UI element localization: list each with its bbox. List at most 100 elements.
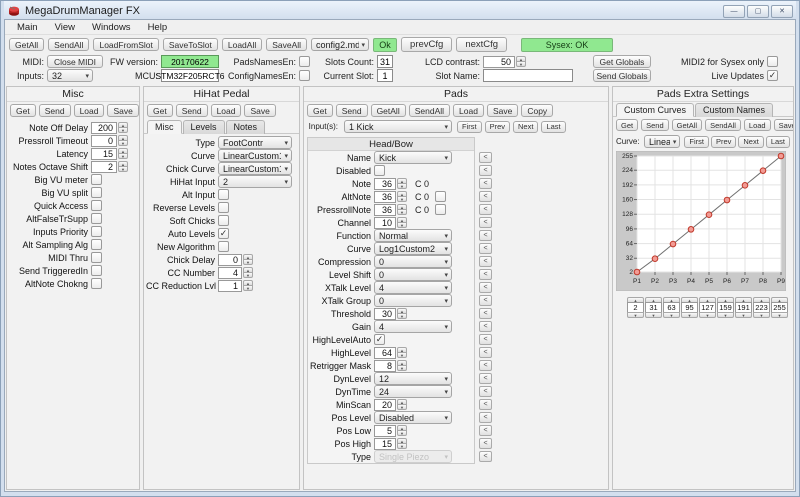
hihat-get-button[interactable]: Get	[147, 104, 173, 117]
pads-save-button[interactable]: Save	[487, 104, 518, 117]
pos-level-dropdown[interactable]: Disabled▾	[374, 411, 452, 424]
channel-arrow-button[interactable]: <	[479, 217, 492, 228]
hihat-tab-notes[interactable]: Notes	[226, 120, 266, 134]
pos-high-spinner[interactable]: 15▲▼	[374, 438, 407, 450]
misc-save-button[interactable]: Save	[107, 104, 138, 117]
function-arrow-button[interactable]: <	[479, 230, 492, 241]
curve-point-6-spinner[interactable]: ▲159▼	[717, 297, 734, 318]
type-dropdown[interactable]: Single Piezo▾	[374, 450, 452, 463]
spin-down-icon[interactable]: ▼	[397, 183, 407, 189]
minimize-button[interactable]: —	[723, 5, 745, 18]
compression-arrow-button[interactable]: <	[479, 256, 492, 267]
hihat-save-button[interactable]: Save	[244, 104, 275, 117]
pads-sendall-button[interactable]: SendAll	[409, 104, 450, 117]
menu-help[interactable]: Help	[140, 21, 176, 34]
latency-spinner[interactable]: 15▲▼	[91, 148, 128, 160]
menu-main[interactable]: Main	[9, 21, 46, 34]
pads-nav-first-button[interactable]: First	[457, 121, 482, 133]
curve-point-6[interactable]	[724, 197, 730, 203]
curve-point-5-spinner[interactable]: ▲127▼	[699, 297, 716, 318]
custom-curve-chart[interactable]: 2326496128160192224255P1P2P3P4P5P6P7P8P9	[616, 151, 786, 291]
auto-levels-checkbox[interactable]: ✓	[218, 228, 229, 239]
altnote-chokng-checkbox[interactable]	[91, 278, 102, 289]
xtalk-group-arrow-button[interactable]: <	[479, 295, 492, 306]
send-triggeredin-checkbox[interactable]	[91, 265, 102, 276]
curve-point-4-spinner[interactable]: ▲95▼	[681, 297, 698, 318]
lcd-contrast-spinner[interactable]: 50 ▲▼	[483, 56, 526, 68]
pad-input-dropdown[interactable]: 1 Kick ▾	[344, 120, 452, 133]
decrement-icon[interactable]: ▼	[645, 312, 662, 318]
toolbar-getall-button[interactable]: GetAll	[9, 38, 44, 51]
misc-send-button[interactable]: Send	[39, 104, 71, 117]
curve-point-9-spinner[interactable]: ▲255▼	[771, 297, 788, 318]
decrement-icon[interactable]: ▼	[717, 312, 734, 318]
extra-save-button[interactable]: Save	[774, 119, 794, 131]
curve-point-8[interactable]	[760, 168, 766, 174]
extra-load-button[interactable]: Load	[744, 119, 771, 131]
dyntime-arrow-button[interactable]: <	[479, 386, 492, 397]
decrement-icon[interactable]: ▼	[681, 312, 698, 318]
altfalsetrsupp-checkbox[interactable]	[91, 213, 102, 224]
config-names-en-checkbox[interactable]	[299, 70, 310, 81]
pos-level-arrow-button[interactable]: <	[479, 412, 492, 423]
highlevelauto-checkbox[interactable]: ✓	[374, 334, 385, 345]
altnote-spinner[interactable]: 36▲▼	[374, 191, 407, 203]
hihat-tab-misc[interactable]: Misc	[147, 120, 182, 134]
pads-names-en-checkbox[interactable]	[299, 56, 310, 67]
alt-sampling-alg-checkbox[interactable]	[91, 239, 102, 250]
spin-down-icon[interactable]: ▼	[118, 166, 128, 172]
gain-arrow-button[interactable]: <	[479, 321, 492, 332]
altnote-arrow-button[interactable]: <	[479, 191, 492, 202]
dynlevel-dropdown[interactable]: 12▾	[374, 372, 452, 385]
decrement-icon[interactable]: ▼	[699, 312, 716, 318]
cc-reduction-lvl-spinner[interactable]: 1▲▼	[218, 280, 253, 292]
extra-tab-custom-names[interactable]: Custom Names	[695, 103, 773, 117]
close-button[interactable]: ✕	[771, 5, 793, 18]
altnote-alt-checkbox[interactable]	[435, 191, 446, 202]
curve-point-8-spinner[interactable]: ▲223▼	[753, 297, 770, 318]
pos-low-arrow-button[interactable]: <	[479, 425, 492, 436]
dynlevel-arrow-button[interactable]: <	[479, 373, 492, 384]
pressrollnote-arrow-button[interactable]: <	[479, 204, 492, 215]
notes-octave-shift-spinner[interactable]: 2▲▼	[91, 161, 128, 173]
xtalk-group-dropdown[interactable]: 0▾	[374, 294, 452, 307]
toolbar-loadfromslot-button[interactable]: LoadFromSlot	[93, 38, 158, 51]
pads-getall-button[interactable]: GetAll	[371, 104, 406, 117]
curve-nav-last-button[interactable]: Last	[766, 136, 790, 148]
extra-send-button[interactable]: Send	[641, 119, 669, 131]
hihat-load-button[interactable]: Load	[211, 104, 242, 117]
toolbar-saveall-button[interactable]: SaveAll	[266, 38, 307, 51]
chick-delay-spinner[interactable]: 0▲▼	[218, 254, 253, 266]
reverse-levels-checkbox[interactable]	[218, 202, 229, 213]
minscan-spinner[interactable]: 20▲▼	[374, 399, 407, 411]
retrigger-mask-spinner[interactable]: 8▲▼	[374, 360, 407, 372]
pads-send-button[interactable]: Send	[336, 104, 368, 117]
spin-down-icon[interactable]: ▼	[397, 365, 407, 371]
curve-nav-next-button[interactable]: Next	[738, 136, 763, 148]
retrigger-mask-arrow-button[interactable]: <	[479, 360, 492, 371]
gain-dropdown[interactable]: 4▾	[374, 320, 452, 333]
spin-down-icon[interactable]: ▼	[397, 313, 407, 319]
level-shift-arrow-button[interactable]: <	[479, 269, 492, 280]
menu-windows[interactable]: Windows	[84, 21, 139, 34]
pads-get-button[interactable]: Get	[307, 104, 333, 117]
prevcfg-button[interactable]: prevCfg	[401, 37, 452, 52]
pads-copy-button[interactable]: Copy	[521, 104, 553, 117]
xtalk-level-arrow-button[interactable]: <	[479, 282, 492, 293]
toolbar-loadall-button[interactable]: LoadAll	[222, 38, 262, 51]
spin-down-icon[interactable]: ▼	[243, 259, 253, 265]
pads-nav-next-button[interactable]: Next	[513, 121, 538, 133]
extra-sendall-button[interactable]: SendAll	[705, 119, 741, 131]
pads-load-button[interactable]: Load	[453, 104, 484, 117]
toolbar-savetoslot-button[interactable]: SaveToSlot	[163, 38, 218, 51]
pressrollnote-spinner[interactable]: 36▲▼	[374, 204, 407, 216]
decrement-icon[interactable]: ▼	[753, 312, 770, 318]
chick-curve-dropdown[interactable]: LinearCustom1▾	[218, 162, 292, 175]
spin-down-icon[interactable]: ▼	[397, 196, 407, 202]
curve-nav-prev-button[interactable]: Prev	[711, 136, 736, 148]
hihat-input-dropdown[interactable]: 2▾	[218, 175, 292, 188]
get-globals-button[interactable]: Get Globals	[593, 55, 651, 68]
big-vu-split-checkbox[interactable]	[91, 187, 102, 198]
misc-load-button[interactable]: Load	[74, 104, 105, 117]
config-file-dropdown[interactable]: config2.mds ▾	[311, 38, 369, 51]
